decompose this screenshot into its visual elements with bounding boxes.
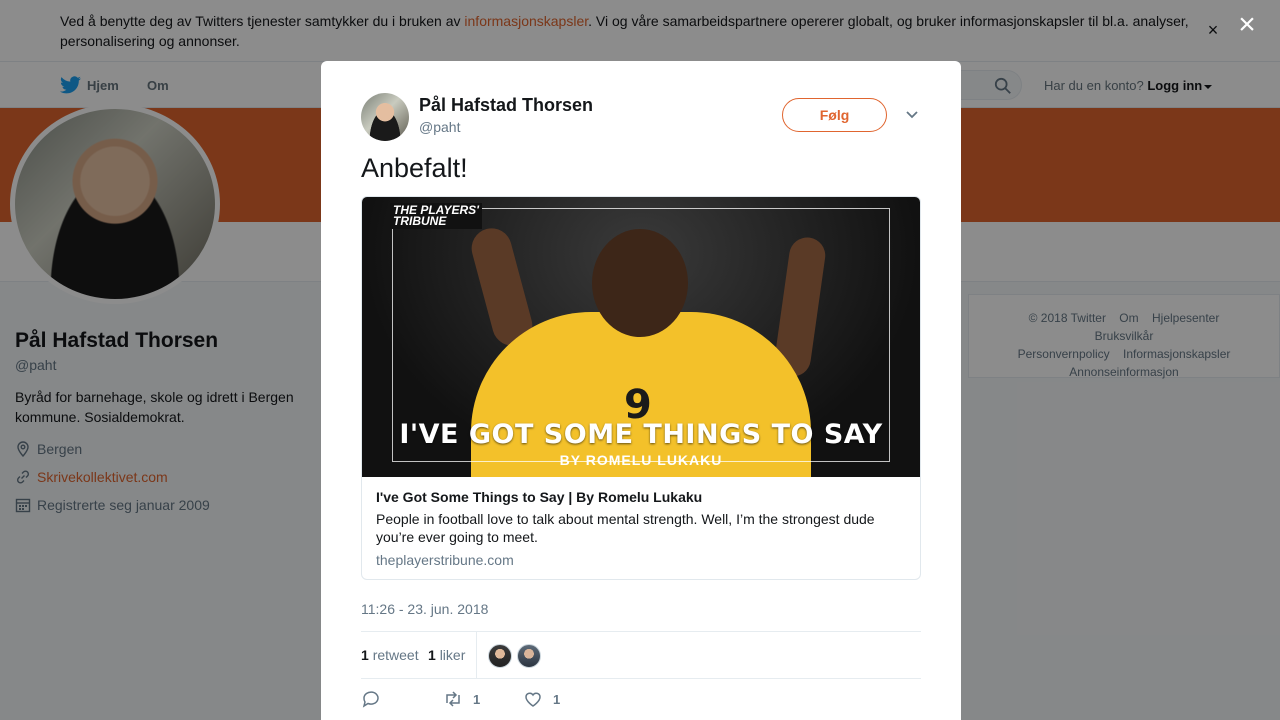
author-handle[interactable]: @paht: [419, 119, 460, 135]
tweet-timestamp[interactable]: 11:26 - 23. jun. 2018: [361, 601, 488, 617]
overlay-close-button[interactable]: ×: [1234, 10, 1260, 40]
chevron-down-icon[interactable]: [903, 106, 921, 124]
retweet-stat-label: retweet: [372, 647, 419, 663]
liker-avatar[interactable]: [517, 644, 541, 668]
like-stat-count: 1: [428, 647, 436, 663]
tweet-stats: 1 retweet 1 liker: [361, 631, 921, 679]
like-stat-label: liker: [439, 647, 466, 663]
tweet-modal: Pål Hafstad Thorsen @paht Følg Anbefalt!…: [321, 61, 961, 720]
stats-divider: [476, 632, 477, 678]
card-image-subheadline: BY ROMELU LUKAKU: [559, 452, 723, 468]
card-brand-bottom: TRIBUNE: [393, 214, 447, 228]
link-card[interactable]: 9 THE PLAYERS' TRIBUNE I'VE GOT SOME THI…: [361, 196, 921, 580]
reply-button[interactable]: [361, 689, 381, 709]
like-stat[interactable]: 1 liker: [428, 647, 465, 663]
card-image[interactable]: 9 THE PLAYERS' TRIBUNE I'VE GOT SOME THI…: [362, 197, 920, 477]
card-domain: theplayerstribune.com: [376, 552, 514, 568]
like-count: 1: [553, 691, 561, 707]
retweet-button[interactable]: 1: [443, 689, 480, 709]
retweet-icon: [446, 691, 460, 707]
tweet-actions: 1 1: [361, 689, 921, 713]
card-title: I've Got Some Things to Say | By Romelu …: [376, 489, 703, 505]
card-image-headline: I'VE GOT SOME THINGS TO SAY: [399, 419, 883, 450]
author-avatar[interactable]: [361, 93, 409, 141]
retweet-stat-count: 1: [361, 647, 369, 663]
like-button[interactable]: 1: [523, 689, 560, 709]
author-name[interactable]: Pål Hafstad Thorsen: [419, 95, 593, 116]
liker-avatar[interactable]: [488, 644, 512, 668]
follow-button[interactable]: Følg: [782, 98, 887, 132]
reply-icon: [362, 691, 379, 708]
card-brand-logo: THE PLAYERS' TRIBUNE: [390, 203, 482, 229]
tweet-text: Anbefalt!: [361, 153, 468, 183]
retweet-stat[interactable]: 1 retweet: [361, 647, 419, 663]
heart-icon: [525, 692, 541, 707]
retweet-count: 1: [473, 691, 481, 707]
card-description: People in football love to talk about me…: [376, 511, 875, 545]
